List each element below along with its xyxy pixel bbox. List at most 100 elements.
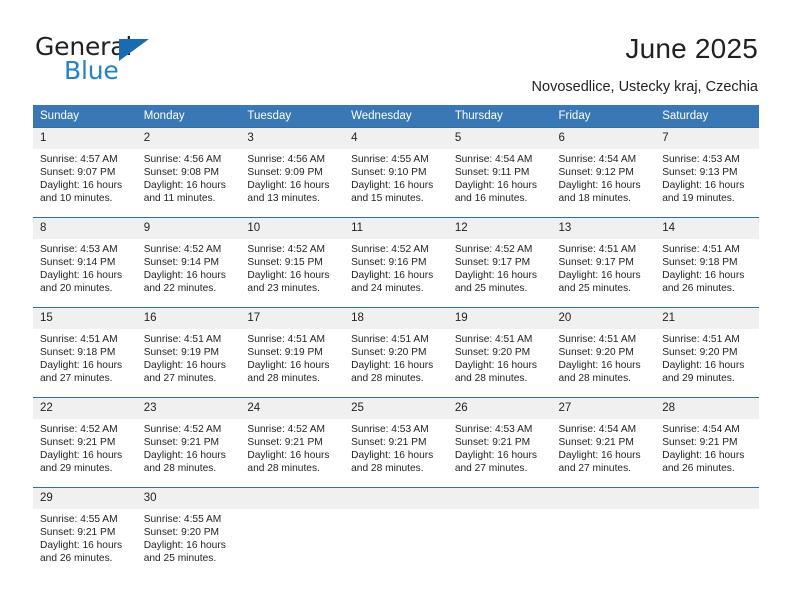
calendar-page: General Blue June 2025 Novosedlice, Uste… xyxy=(0,0,792,612)
daylight-text-line1: Daylight: 16 hours xyxy=(40,180,123,192)
calendar-empty-cell xyxy=(240,487,345,570)
calendar-day-cell[interactable]: 25 Sunrise: 4:53 AM Sunset: 9:21 PM Dayligh… xyxy=(344,397,448,488)
calendar-day-cell[interactable]: 10 Sunrise: 4:52 AM Sunset: 9:15 PM Dayligh… xyxy=(240,217,345,308)
day-details: Sunrise: 4:52 AM Sunset: 9:21 PM Daylight:… xyxy=(137,419,241,475)
calendar-day-cell[interactable]: 17 Sunrise: 4:51 AM Sunset: 9:19 PM Dayligh… xyxy=(240,307,345,398)
daylight-text-line1: Daylight: 16 hours xyxy=(143,450,226,462)
calendar-day-cell[interactable]: 11 Sunrise: 4:52 AM Sunset: 9:16 PM Dayligh… xyxy=(344,217,448,308)
calendar-day-cell[interactable]: 13 Sunrise: 4:51 AM Sunset: 9:17 PM Dayligh… xyxy=(551,217,656,308)
daylight-text-line1: Daylight: 16 hours xyxy=(40,270,123,282)
calendar-day-cell[interactable]: 14 Sunrise: 4:51 AM Sunset: 9:18 PM Dayligh… xyxy=(655,217,759,308)
day-details: Sunrise: 4:51 AM Sunset: 9:18 PM Daylight:… xyxy=(33,329,137,385)
calendar-day-cell[interactable]: 2 Sunrise: 4:56 AM Sunset: 9:08 PM Daylight… xyxy=(136,127,241,218)
sunset-text: Sunset: 9:20 PM xyxy=(143,527,220,539)
brand-logo[interactable]: General Blue xyxy=(35,34,235,90)
calendar-day-cell[interactable]: 6 Sunrise: 4:54 AM Sunset: 9:12 PM Daylight… xyxy=(551,127,656,218)
calendar-container: Sunday Monday Tuesday Wednesday Thursday… xyxy=(33,105,759,570)
day-details: Sunrise: 4:53 AM Sunset: 9:13 PM Daylight:… xyxy=(655,149,759,205)
calendar-empty-cell xyxy=(447,487,552,570)
calendar-day-cell[interactable]: 19 Sunrise: 4:51 AM Sunset: 9:20 PM Dayligh… xyxy=(447,307,552,398)
calendar-week-row: 29 Sunrise: 4:55 AM Sunset: 9:21 PM Dayligh… xyxy=(33,487,759,570)
triangle-logo-icon xyxy=(119,39,149,61)
calendar-day-cell[interactable]: 7 Sunrise: 4:53 AM Sunset: 9:13 PM Daylight… xyxy=(655,127,759,218)
calendar-day-cell[interactable]: 4 Sunrise: 4:55 AM Sunset: 9:10 PM Daylight… xyxy=(344,127,448,218)
calendar-day-cell[interactable]: 30 Sunrise: 4:55 AM Sunset: 9:20 PM Dayligh… xyxy=(136,487,241,570)
day-number: 9 xyxy=(136,218,241,239)
sunset-text: Sunset: 9:13 PM xyxy=(662,167,738,179)
sunrise-text: Sunrise: 4:51 AM xyxy=(662,244,740,255)
sunrise-text: Sunrise: 4:51 AM xyxy=(454,334,533,345)
sunrise-text: Sunrise: 4:52 AM xyxy=(247,244,325,255)
day-details: Sunrise: 4:51 AM Sunset: 9:17 PM Daylight:… xyxy=(552,239,656,295)
daylight-text-line2: and 27 minutes. xyxy=(143,373,217,385)
daylight-text-line2: and 23 minutes. xyxy=(247,283,320,295)
sunrise-text: Sunrise: 4:52 AM xyxy=(143,244,222,255)
day-number: 25 xyxy=(344,398,448,419)
sunrise-text: Sunrise: 4:56 AM xyxy=(247,154,325,165)
day-details: Sunrise: 4:54 AM Sunset: 9:11 PM Daylight:… xyxy=(448,149,552,205)
calendar-day-cell[interactable]: 12 Sunrise: 4:52 AM Sunset: 9:17 PM Dayligh… xyxy=(447,217,552,308)
weekday-header-wednesday: Wednesday xyxy=(344,105,448,128)
calendar-day-cell[interactable]: 29 Sunrise: 4:55 AM Sunset: 9:21 PM Dayligh… xyxy=(33,487,137,570)
daylight-text-line2: and 26 minutes. xyxy=(662,283,735,295)
sunset-text: Sunset: 9:20 PM xyxy=(558,347,634,359)
day-number xyxy=(344,488,448,509)
daylight-text-line1: Daylight: 16 hours xyxy=(454,270,537,282)
calendar-day-cell[interactable]: 5 Sunrise: 4:54 AM Sunset: 9:11 PM Daylight… xyxy=(447,127,552,218)
calendar-day-cell[interactable]: 18 Sunrise: 4:51 AM Sunset: 9:20 PM Dayligh… xyxy=(344,307,448,398)
sunrise-text: Sunrise: 4:51 AM xyxy=(662,334,740,345)
daylight-text-line2: and 28 minutes. xyxy=(247,373,320,385)
daylight-text-line1: Daylight: 16 hours xyxy=(351,180,434,192)
calendar-day-cell[interactable]: 21 Sunrise: 4:51 AM Sunset: 9:20 PM Dayligh… xyxy=(655,307,759,398)
daylight-text-line2: and 27 minutes. xyxy=(454,463,528,475)
day-number: 7 xyxy=(655,128,759,149)
sunset-text: Sunset: 9:17 PM xyxy=(454,257,531,269)
calendar-day-cell[interactable]: 28 Sunrise: 4:54 AM Sunset: 9:21 PM Dayligh… xyxy=(655,397,759,488)
day-details: Sunrise: 4:53 AM Sunset: 9:14 PM Daylight:… xyxy=(33,239,137,295)
daylight-text-line2: and 22 minutes. xyxy=(143,283,217,295)
calendar-day-cell[interactable]: 9 Sunrise: 4:52 AM Sunset: 9:14 PM Daylight… xyxy=(136,217,241,308)
page-header: General Blue June 2025 Novosedlice, Uste… xyxy=(0,0,792,105)
day-number: 27 xyxy=(551,398,656,419)
day-number: 4 xyxy=(344,128,448,149)
daylight-text-line1: Daylight: 16 hours xyxy=(40,540,123,552)
daylight-text-line1: Daylight: 16 hours xyxy=(40,360,123,372)
daylight-text-line2: and 15 minutes. xyxy=(351,193,424,205)
daylight-text-line2: and 27 minutes. xyxy=(40,373,113,385)
calendar-day-cell[interactable]: 1 Sunrise: 4:57 AM Sunset: 9:07 PM Daylight… xyxy=(33,127,137,218)
calendar-day-cell[interactable]: 15 Sunrise: 4:51 AM Sunset: 9:18 PM Dayligh… xyxy=(33,307,137,398)
sunrise-text: Sunrise: 4:55 AM xyxy=(351,154,429,165)
sunset-text: Sunset: 9:20 PM xyxy=(454,347,531,359)
sunset-text: Sunset: 9:21 PM xyxy=(40,437,116,449)
daylight-text-line2: and 25 minutes. xyxy=(143,553,217,565)
sunrise-text: Sunrise: 4:52 AM xyxy=(454,244,533,255)
calendar-day-cell[interactable]: 3 Sunrise: 4:56 AM Sunset: 9:09 PM Daylight… xyxy=(240,127,345,218)
day-number: 10 xyxy=(240,218,345,239)
calendar-day-cell[interactable]: 22 Sunrise: 4:52 AM Sunset: 9:21 PM Dayligh… xyxy=(33,397,137,488)
daylight-text-line1: Daylight: 16 hours xyxy=(40,450,123,462)
calendar-day-cell[interactable]: 20 Sunrise: 4:51 AM Sunset: 9:20 PM Dayligh… xyxy=(551,307,656,398)
calendar-day-cell[interactable]: 27 Sunrise: 4:54 AM Sunset: 9:21 PM Dayligh… xyxy=(551,397,656,488)
daylight-text-line2: and 13 minutes. xyxy=(247,193,320,205)
day-details: Sunrise: 4:51 AM Sunset: 9:20 PM Daylight:… xyxy=(655,329,759,385)
sunset-text: Sunset: 9:07 PM xyxy=(40,167,116,179)
daylight-text-line1: Daylight: 16 hours xyxy=(662,180,745,192)
day-details: Sunrise: 4:55 AM Sunset: 9:21 PM Daylight:… xyxy=(33,509,137,565)
sunrise-text: Sunrise: 4:51 AM xyxy=(40,334,118,345)
day-number xyxy=(240,488,345,509)
daylight-text-line2: and 24 minutes. xyxy=(351,283,424,295)
calendar-day-cell[interactable]: 23 Sunrise: 4:52 AM Sunset: 9:21 PM Dayligh… xyxy=(136,397,241,488)
weekday-header-tuesday: Tuesday xyxy=(240,105,345,128)
daylight-text-line2: and 25 minutes. xyxy=(558,283,632,295)
sunset-text: Sunset: 9:11 PM xyxy=(454,167,530,179)
day-details: Sunrise: 4:53 AM Sunset: 9:21 PM Daylight:… xyxy=(448,419,552,475)
sunrise-text: Sunrise: 4:57 AM xyxy=(40,154,118,165)
calendar-day-cell[interactable]: 8 Sunrise: 4:53 AM Sunset: 9:14 PM Daylight… xyxy=(33,217,137,308)
calendar-day-cell[interactable]: 26 Sunrise: 4:53 AM Sunset: 9:21 PM Dayligh… xyxy=(447,397,552,488)
daylight-text-line2: and 25 minutes. xyxy=(454,283,528,295)
day-number: 1 xyxy=(33,128,137,149)
day-number: 15 xyxy=(33,308,137,329)
calendar-day-cell[interactable]: 24 Sunrise: 4:52 AM Sunset: 9:21 PM Dayligh… xyxy=(240,397,345,488)
day-details: Sunrise: 4:54 AM Sunset: 9:12 PM Daylight:… xyxy=(552,149,656,205)
calendar-day-cell[interactable]: 16 Sunrise: 4:51 AM Sunset: 9:19 PM Dayligh… xyxy=(136,307,241,398)
